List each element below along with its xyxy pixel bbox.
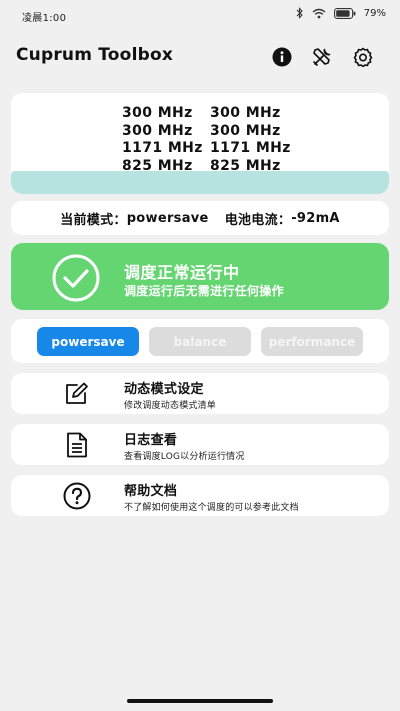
- current-mode-label: 当前模式：: [60, 212, 127, 228]
- current-mode-value: powersave: [126, 210, 209, 226]
- frequency-value: 1171 MHz: [122, 140, 203, 156]
- menu-subtitle: 不了解如何使用这个调度的可以参考此文档: [124, 503, 299, 513]
- mode-info-card: 当前模式： powersave 电池电流： -92mA: [11, 201, 389, 235]
- frequency-value: 300 MHz: [122, 122, 193, 139]
- menu-title: 动态模式设定: [124, 382, 204, 397]
- frequency-value: 300 MHz: [210, 105, 281, 121]
- menu-item-help[interactable]: 帮助文档 不了解如何使用这个调度的可以参考此文档: [11, 475, 389, 516]
- edit-icon: [63, 381, 91, 407]
- frequency-bar: [11, 171, 389, 194]
- scheduler-status-subtitle: 调度运行后无需进行任何操作: [124, 284, 284, 298]
- battery-icon: [333, 7, 356, 19]
- menu-item-dynamic-mode[interactable]: 动态模式设定 修改调度动态模式清单: [11, 373, 389, 414]
- bluetooth-icon: [296, 7, 304, 19]
- help-icon: [63, 482, 91, 510]
- scheduler-status-card: 调度正常运行中 调度运行后无需进行任何操作: [11, 243, 389, 310]
- check-circle-icon: [52, 254, 100, 302]
- gear-icon[interactable]: [351, 45, 375, 69]
- frequency-value: 300 MHz: [210, 122, 281, 139]
- frequency-grid: 300 MHz 300 MHz 300 MHz 300 MHz 1171 MHz…: [122, 105, 298, 175]
- frequency-value: 1171 MHz: [210, 140, 291, 156]
- info-icon[interactable]: [270, 45, 294, 69]
- document-icon: [63, 432, 91, 458]
- home-indicator[interactable]: [127, 699, 273, 703]
- battery-current-value: -92mA: [291, 210, 340, 226]
- menu-item-log-viewer[interactable]: 日志查看 查看调度LOG以分析运行情况: [11, 424, 389, 465]
- balance-button[interactable]: balance: [149, 327, 251, 356]
- system-status-bar: 凌晨1:00 79%: [0, 0, 400, 30]
- tools-icon[interactable]: [310, 45, 334, 69]
- menu-title: 日志查看: [124, 433, 178, 448]
- frequency-value: 300 MHz: [122, 105, 193, 121]
- mode-selector-card: powersave balance performance: [11, 319, 389, 363]
- menu-subtitle: 修改调度动态模式清单: [124, 401, 217, 411]
- status-time: 凌晨1:00: [22, 13, 67, 24]
- app-title: Cuprum Toolbox: [16, 45, 174, 65]
- battery-percentage: 79%: [363, 7, 386, 19]
- powersave-button[interactable]: powersave: [37, 327, 139, 356]
- menu-subtitle: 查看调度LOG以分析运行情况: [124, 452, 245, 462]
- status-indicators: 79%: [296, 7, 386, 19]
- menu-title: 帮助文档: [124, 484, 178, 499]
- performance-button[interactable]: performance: [261, 327, 363, 356]
- scheduler-status-title: 调度正常运行中: [124, 263, 240, 282]
- app-bar: Cuprum Toolbox: [0, 40, 400, 74]
- cpu-frequency-card: 300 MHz 300 MHz 300 MHz 300 MHz 1171 MHz…: [11, 93, 389, 194]
- wifi-icon: [312, 8, 326, 19]
- battery-current-label: 电池电流：: [224, 212, 292, 228]
- mode-info-line: 当前模式： powersave 电池电流： -92mA: [11, 201, 389, 235]
